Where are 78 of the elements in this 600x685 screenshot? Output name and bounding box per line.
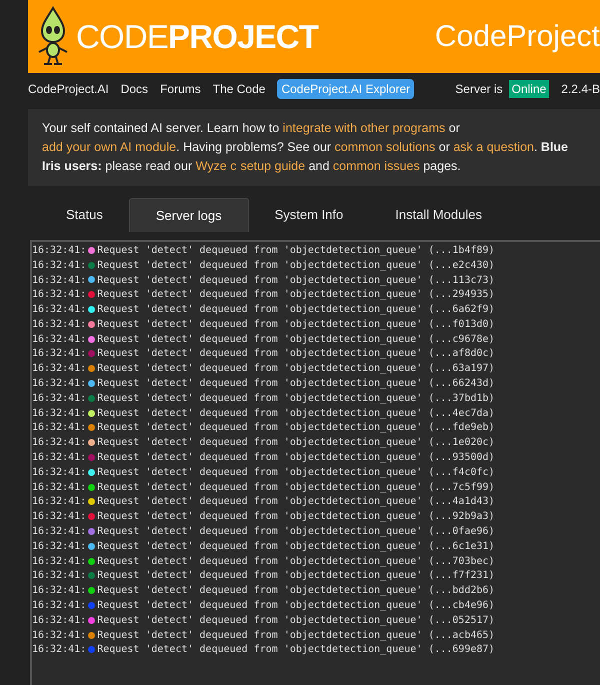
log-timestamp: 16:32:41: — [32, 614, 86, 628]
log-message: Request 'detect' dequeued from 'objectdetection_queue' (...4a1d43) — [97, 495, 495, 510]
log-message: Request 'detect' dequeued from 'objectdetection_queue' (...4ec7da) — [97, 406, 495, 421]
log-timestamp: 16:32:41: — [32, 569, 86, 584]
log-timestamp: 16:32:41: — [32, 554, 86, 569]
log-timestamp: 16:32:41: — [32, 643, 86, 658]
log-message: Request 'detect' dequeued from 'objectdetection_queue' (...37bd1b) — [97, 392, 495, 406]
log-message: Request 'detect' dequeued from 'objectdetection_queue' (...294935) — [97, 288, 495, 302]
mascot-logo-icon — [36, 6, 70, 68]
server-label: Server is — [455, 81, 503, 98]
log-message: Request 'detect' dequeued from 'objectdetection_queue' (...acb465) — [97, 628, 495, 643]
log-message: Request 'detect' dequeued from 'objectdetection_queue' (...6a62f9) — [97, 303, 495, 318]
tab[interactable]: Status — [40, 198, 129, 232]
log-message: Request 'detect' dequeued from 'objectdetection_queue' (...7c5f99) — [97, 480, 495, 495]
status-badge: Online — [508, 80, 550, 98]
info-link[interactable]: setup guide — [240, 159, 306, 173]
log-timestamp: 16:32:41: — [32, 392, 86, 406]
log-message: Request 'detect' dequeued from 'objectdetection_queue' (...63a197) — [97, 362, 495, 376]
tab[interactable]: Server logs — [128, 198, 249, 232]
log-message: Request 'detect' dequeued from 'objectdetection_queue' (...92b9a3) — [97, 510, 495, 524]
log-timestamp: 16:32:41: — [32, 466, 86, 480]
log-message: Request 'detect' dequeued from 'objectdetection_queue' (...0fae96) — [97, 525, 495, 540]
log-timestamp: 16:32:41: — [32, 584, 86, 598]
log-timestamp: 16:32:41: — [32, 362, 86, 376]
log-message: Request 'detect' dequeued from 'objectdetection_queue' (...1b4f89) — [97, 244, 495, 258]
log-message: Request 'detect' dequeued from 'objectdetection_queue' (...703bec) — [97, 554, 495, 569]
log-timestamp: 16:32:41: — [32, 628, 86, 643]
log-message: Request 'detect' dequeued from 'objectdetection_queue' (...cb4e96) — [97, 599, 495, 614]
nav-link[interactable]: CodeProject.AI — [28, 80, 109, 98]
info-link[interactable]: add your own AI module — [42, 140, 176, 154]
log-message: Request 'detect' dequeued from 'objectdetection_queue' (...66243d) — [97, 377, 495, 392]
log-message: Request 'detect' dequeued from 'objectdetection_queue' (...fde9eb) — [97, 421, 495, 436]
log-timestamp: 16:32:41: — [32, 406, 86, 421]
log-message: Request 'detect' dequeued from 'objectdetection_queue' (...af8d0c) — [97, 347, 495, 362]
log-message: Request 'detect' dequeued from 'objectdetection_queue' (...113c73) — [97, 274, 495, 288]
log-message: Request 'detect' dequeued from 'objectdetection_queue' (...bdd2b6) — [97, 584, 495, 598]
log-message: Request 'detect' dequeued from 'objectdetection_queue' (...f7f231) — [97, 569, 495, 584]
version-text: 2.2.4-B — [561, 81, 600, 98]
log-message: Request 'detect' dequeued from 'objectdetection_queue' (...f013d0) — [97, 318, 495, 332]
log-message: Request 'detect' dequeued from 'objectdetection_queue' (...1e020c) — [97, 436, 495, 450]
log-message: Request 'detect' dequeued from 'objectdetection_queue' (...6c1e31) — [97, 540, 495, 554]
tab[interactable]: Install Modules — [369, 198, 508, 232]
log-timestamp: 16:32:41: — [32, 303, 86, 318]
tab[interactable]: System Info — [248, 198, 370, 232]
log-timestamp: 16:32:41: — [32, 495, 86, 510]
log-timestamp: 16:32:41: — [32, 332, 86, 347]
log-timestamp: 16:32:41: — [32, 451, 86, 466]
info-link[interactable]: Wyze c — [196, 159, 236, 173]
log-timestamp: 16:32:41: — [32, 347, 86, 362]
product-title: CodeProject — [434, 19, 600, 55]
log-timestamp: 16:32:41: — [32, 318, 86, 332]
log-timestamp: 16:32:41: — [32, 288, 86, 302]
log-message: Request 'detect' dequeued from 'objectdetection_queue' (...f4c0fc) — [97, 466, 495, 480]
nav-link[interactable]: Docs — [120, 80, 148, 98]
log-timestamp: 16:32:41: — [32, 480, 86, 495]
log-timestamp: 16:32:41: — [32, 258, 86, 273]
log-timestamp: 16:32:41: — [32, 540, 86, 554]
log-timestamp: 16:32:41: — [32, 274, 86, 288]
log-message: Request 'detect' dequeued from 'objectdetection_queue' (...e2c430) — [97, 258, 495, 273]
log-timestamp: 16:32:41: — [32, 510, 86, 524]
log-message: Request 'detect' dequeued from 'objectdetection_queue' (...c9678e) — [97, 332, 495, 347]
log-timestamp: 16:32:41: — [32, 525, 86, 540]
info-link[interactable]: common solutions — [334, 140, 436, 154]
nav-link[interactable]: Forums — [160, 80, 201, 98]
log-timestamp: 16:32:41: — [32, 436, 86, 450]
log-timestamp: 16:32:41: — [32, 244, 86, 258]
log-message: Request 'detect' dequeued from 'objectdetection_queue' (...052517) — [97, 614, 495, 628]
log-message: Request 'detect' dequeued from 'objectdetection_queue' (...93500d) — [97, 451, 495, 466]
log-timestamp: 16:32:41: — [32, 599, 86, 614]
brand-wordmark: CODEPROJECT — [76, 16, 318, 57]
log-timestamp: 16:32:41: — [32, 421, 86, 436]
info-link[interactable]: integrate with other programs — [282, 121, 446, 135]
info-text: Your self contained AI server. Learn how to integrate with other programs or add your own AI module. Having problems? See our common solutions or ask a question. Blue Iris users: please read our Wyze c setup guide and common issues pages. — [42, 120, 570, 175]
log-message: Request 'detect' dequeued from 'objectdetection_queue' (...699e87) — [97, 643, 495, 658]
info-link[interactable]: common issues — [332, 159, 420, 173]
log-timestamp: 16:32:41: — [32, 377, 86, 392]
nav-link[interactable]: The Code — [212, 80, 266, 98]
info-link[interactable]: ask a question — [453, 140, 534, 154]
